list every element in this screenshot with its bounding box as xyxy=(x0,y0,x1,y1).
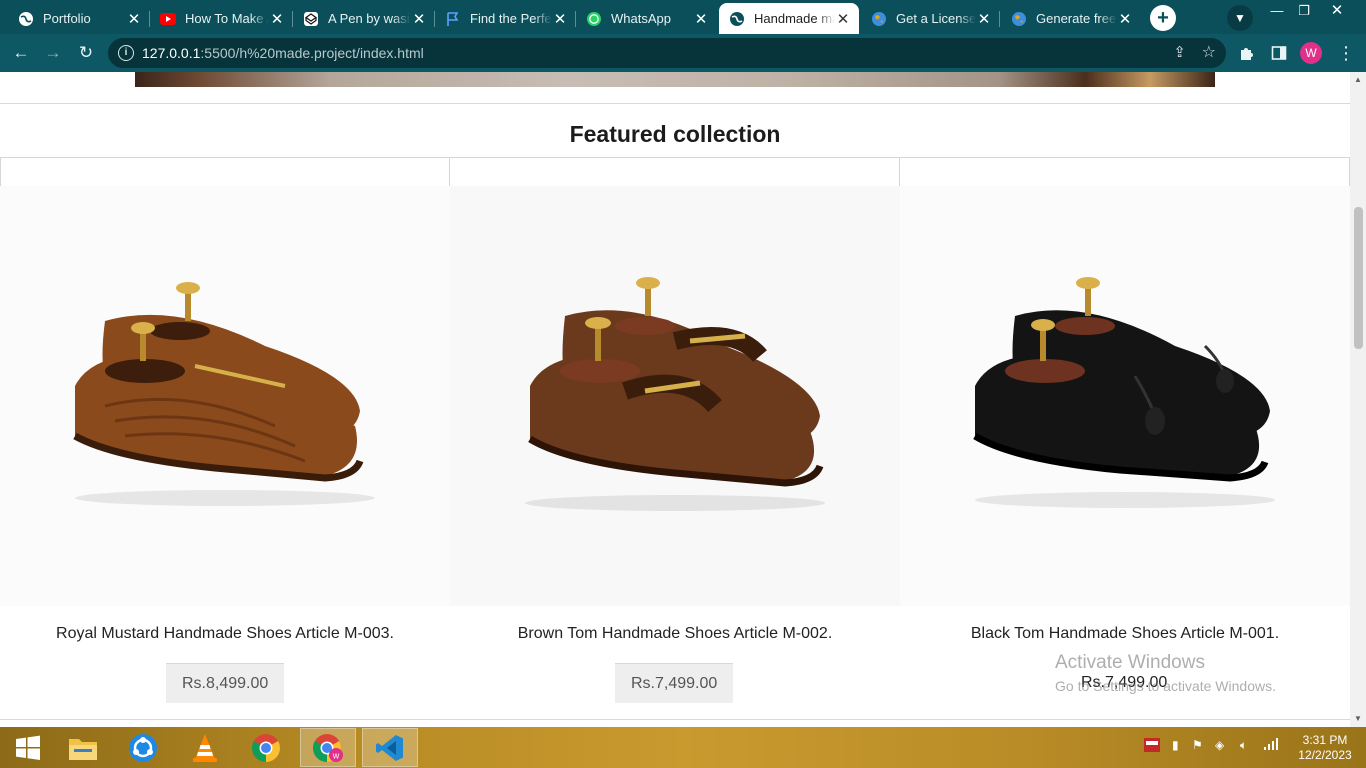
url-path: :5500/h%20made.project/index.html xyxy=(200,45,424,61)
browser-tab-strip: Portfolio ✕ How To Make A ✕ A Pen by was… xyxy=(0,0,1366,34)
close-icon[interactable]: ✕ xyxy=(126,10,142,28)
close-icon[interactable]: ✕ xyxy=(411,10,427,28)
chrome-profile-icon: w xyxy=(313,733,343,762)
loafer-shoe-image xyxy=(525,277,825,511)
product-image[interactable] xyxy=(450,186,900,606)
new-tab-button[interactable]: + xyxy=(1150,5,1176,31)
close-icon[interactable]: ✕ xyxy=(269,10,285,28)
chrome-button[interactable] xyxy=(238,728,294,767)
extensions-puzzle-icon[interactable] xyxy=(1235,41,1259,65)
section-title: Featured collection xyxy=(569,121,781,147)
clock-time: 3:31 PM xyxy=(1302,733,1348,747)
whatsapp-icon xyxy=(586,11,602,27)
product-card[interactable]: Brown Tom Handmade Shoes Article M-002. … xyxy=(450,158,900,705)
close-icon[interactable]: ✕ xyxy=(552,10,568,28)
profile-avatar[interactable]: W xyxy=(1300,42,1322,64)
scroll-down-arrow-icon[interactable]: ▼ xyxy=(1350,711,1366,727)
product-price: Rs.8,499.00 xyxy=(166,663,285,703)
site-info-icon[interactable]: i xyxy=(118,45,134,61)
product-card[interactable]: Royal Mustard Handmade Shoes Article M-0… xyxy=(0,158,450,705)
product-card[interactable]: Black Tom Handmade Shoes Article M-001. … xyxy=(900,158,1350,705)
signal-bars-icon[interactable] xyxy=(1264,738,1280,753)
taskbar-clock[interactable]: 3:31 PM 12/2/2023 xyxy=(1290,733,1360,763)
codepen-icon xyxy=(303,11,319,27)
divider xyxy=(0,103,1350,104)
close-icon[interactable]: ✕ xyxy=(976,10,992,28)
network-globe-icon[interactable]: ◈ xyxy=(1215,738,1224,752)
product-image[interactable] xyxy=(900,186,1350,606)
flag-alert-icon[interactable]: ⚑ xyxy=(1192,738,1203,752)
vlc-button[interactable] xyxy=(177,728,233,767)
volume-icon[interactable]: 🔈︎ xyxy=(1240,738,1247,753)
tab-generate[interactable]: Generate free T ✕ xyxy=(1001,3,1141,34)
app-button[interactable] xyxy=(115,728,171,767)
tray-sc-icon[interactable] xyxy=(1144,738,1160,755)
side-panel-icon[interactable] xyxy=(1267,41,1291,65)
product-image[interactable] xyxy=(0,186,450,606)
globe-icon xyxy=(729,11,745,27)
chrome-profile-button[interactable]: w xyxy=(300,728,356,767)
windows-logo-icon xyxy=(16,735,40,760)
address-bar[interactable]: i 127.0.0.1:5500/h%20made.project/index.… xyxy=(108,38,1226,68)
vscode-button[interactable] xyxy=(362,728,418,767)
tab-portfolio[interactable]: Portfolio ✕ xyxy=(8,3,150,34)
close-icon[interactable]: ✕ xyxy=(835,10,851,28)
tab-whatsapp[interactable]: WhatsApp ✕ xyxy=(576,3,717,34)
divider xyxy=(0,719,1350,720)
product-name[interactable]: Black Tom Handmade Shoes Article M-001. xyxy=(900,625,1350,643)
loafer-shoe-image xyxy=(973,277,1275,508)
watermark-subtitle: Go to Settings to activate Windows. xyxy=(1055,678,1276,694)
browser-toolbar: ← → ↻ i 127.0.0.1:5500/h%20made.project/… xyxy=(0,34,1366,72)
hero-banner-image xyxy=(135,72,1215,87)
vlc-cone-icon xyxy=(193,733,217,762)
bookmark-star-icon[interactable]: ☆ xyxy=(1202,38,1216,68)
vertical-scrollbar[interactable]: ▲ ▼ xyxy=(1350,72,1366,727)
tab-license[interactable]: Get a License K ✕ xyxy=(861,3,1000,34)
watermark-title: Activate Windows xyxy=(1055,652,1205,673)
tab-codepen[interactable]: A Pen by wasil ✕ xyxy=(293,3,435,34)
tab-handmade-active[interactable]: Handmade made ✕ xyxy=(719,3,859,34)
windows-activation-watermark: Activate Windows Go to Settings to activ… xyxy=(1055,652,1276,694)
window-close-button[interactable]: ✕ xyxy=(1318,0,1356,30)
youtube-icon xyxy=(160,11,176,27)
start-button[interactable] xyxy=(0,728,56,767)
more-menu-icon[interactable]: ⋮ xyxy=(1334,41,1358,65)
loafer-shoe-image xyxy=(73,282,375,506)
battery-icon[interactable]: ▮ xyxy=(1172,738,1179,752)
svg-text:w: w xyxy=(332,750,340,760)
reload-icon[interactable]: ↻ xyxy=(74,41,98,65)
close-icon[interactable]: ✕ xyxy=(693,10,709,28)
chevron-down-icon: ▼ xyxy=(1234,11,1246,25)
windows-taskbar: w ▮ ⚑ ◈ 🔈︎ 3:31 PM 12/2/2023 xyxy=(0,727,1366,768)
close-icon[interactable]: ✕ xyxy=(1117,10,1133,28)
product-name[interactable]: Royal Mustard Handmade Shoes Article M-0… xyxy=(0,625,450,643)
tab-search-button[interactable]: ▼ xyxy=(1227,5,1253,31)
product-grid: Royal Mustard Handmade Shoes Article M-0… xyxy=(0,157,1350,704)
vscode-icon xyxy=(376,734,403,761)
scroll-up-arrow-icon[interactable]: ▲ xyxy=(1350,72,1366,88)
sync-icon xyxy=(129,733,157,762)
scrollbar-thumb[interactable] xyxy=(1354,207,1363,349)
earth-icon xyxy=(871,11,887,27)
tab-find[interactable]: Find the Perfect ✕ xyxy=(435,3,576,34)
product-name[interactable]: Brown Tom Handmade Shoes Article M-002. xyxy=(450,625,900,643)
share-icon[interactable]: ⇪ xyxy=(1173,38,1186,68)
page-viewport: Featured collection Royal Mustard Handma… xyxy=(0,72,1350,727)
url-host: 127.0.0.1 xyxy=(142,45,201,61)
forward-arrow-icon[interactable]: → xyxy=(41,41,65,65)
clock-date: 12/2/2023 xyxy=(1298,748,1352,762)
globe-icon xyxy=(18,11,34,27)
chrome-icon xyxy=(252,733,280,762)
tab-youtube[interactable]: How To Make A ✕ xyxy=(150,3,293,34)
file-explorer-button[interactable] xyxy=(55,728,111,767)
back-arrow-icon[interactable]: ← xyxy=(9,41,33,65)
folder-icon xyxy=(69,738,97,760)
earth-icon xyxy=(1011,11,1027,27)
flag-icon xyxy=(445,11,461,27)
product-price: Rs.7,499.00 xyxy=(615,663,734,703)
